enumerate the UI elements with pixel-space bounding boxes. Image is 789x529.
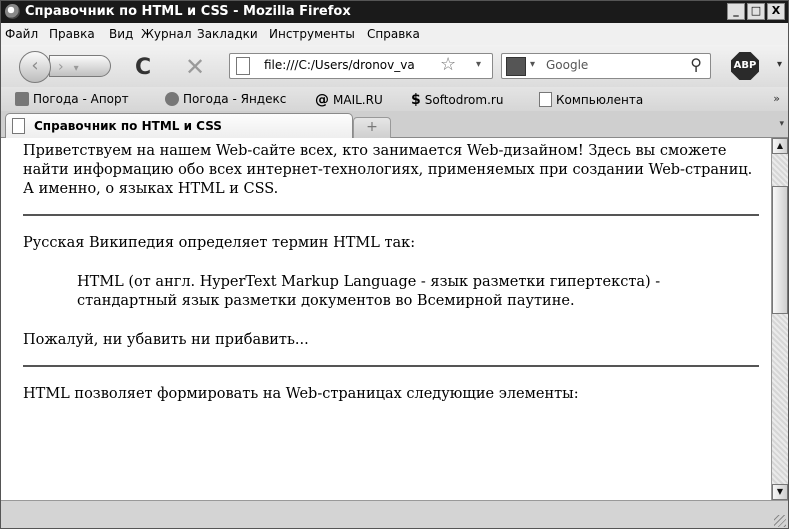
navigation-toolbar: › ▾ ‹ C ✕ file:///C:/Users/dronov_va ☆ ▾ … — [1, 45, 788, 87]
scroll-thumb[interactable] — [772, 186, 788, 314]
divider — [23, 214, 759, 216]
page-body: Приветствуем на нашем Web-сайте всех, кт… — [23, 142, 759, 404]
stop-icon[interactable]: ✕ — [185, 53, 205, 81]
tab-list-icon[interactable]: ▾ — [779, 119, 784, 129]
bookmark-item[interactable]: @ MAIL.RU — [315, 92, 383, 108]
firefox-icon — [5, 4, 20, 19]
menu-file[interactable]: Файл — [5, 27, 38, 41]
back-arrow-icon: ‹ — [31, 55, 39, 76]
bookmark-item[interactable]: Погода - Яндекс — [165, 92, 286, 106]
forward-button[interactable]: › ▾ — [49, 55, 111, 77]
page-icon — [12, 118, 25, 134]
back-forward-group: › ▾ ‹ — [19, 51, 119, 83]
menu-history[interactable]: Журнал — [141, 27, 192, 41]
url-text[interactable]: file:///C:/Users/dronov_va — [264, 58, 426, 72]
vertical-scrollbar[interactable]: ▲ ▼ — [771, 138, 788, 500]
search-input[interactable]: Google — [546, 58, 588, 72]
tab-active[interactable]: Справочник по HTML и CSS — [5, 113, 353, 138]
at-sign-icon: @ — [315, 92, 329, 108]
bookmark-label: MAIL.RU — [333, 93, 383, 107]
weather-icon — [15, 92, 29, 106]
bookmarks-toolbar: Погода - Апорт Погода - Яндекс @ MAIL.RU … — [1, 87, 788, 111]
wikipedia-intro: Русская Википедия определяет термин HTML… — [23, 235, 416, 251]
history-dropdown-icon[interactable]: ▾ — [74, 63, 79, 74]
close-button[interactable]: X — [767, 3, 785, 20]
title-bar: Справочник по HTML и CSS - Mozilla Firef… — [1, 1, 788, 23]
browser-window: Справочник по HTML и CSS - Mozilla Firef… — [0, 0, 789, 529]
bookmarks-overflow-icon[interactable]: » — [773, 92, 780, 105]
page-content: Приветствуем на нашем Web-сайте всех, кт… — [1, 138, 771, 500]
reload-icon[interactable]: C — [135, 55, 151, 80]
url-bar[interactable]: file:///C:/Users/dronov_va ☆ ▾ — [229, 53, 493, 79]
menu-edit[interactable]: Правка — [49, 27, 95, 41]
tab-title: Справочник по HTML и CSS — [34, 119, 222, 133]
menu-tools[interactable]: Инструменты — [269, 27, 355, 41]
bookmark-label: Погода - Апорт — [33, 92, 129, 106]
divider — [23, 365, 759, 367]
intro-paragraph: Приветствуем на нашем Web-сайте всех, кт… — [23, 143, 753, 197]
adblock-button[interactable]: ABP — [731, 52, 759, 80]
tab-bar: Справочник по HTML и CSS + ▾ — [1, 111, 788, 138]
window-title: Справочник по HTML и CSS - Mozilla Firef… — [25, 4, 351, 19]
maximize-button[interactable]: □ — [747, 3, 765, 20]
page-icon — [539, 92, 552, 107]
comment-paragraph: Пожалуй, ни убавить ни прибавить... — [23, 332, 309, 348]
url-dropdown-icon[interactable]: ▾ — [476, 59, 481, 70]
back-button[interactable]: ‹ — [19, 51, 51, 83]
search-engine-dropdown-icon[interactable]: ▾ — [530, 59, 535, 70]
bookmark-label: Погода - Яндекс — [183, 92, 287, 106]
elements-intro: HTML позволяет формировать на Web-страни… — [23, 386, 579, 402]
menu-bar: Файл Правка Вид Журнал Закладки Инструме… — [1, 23, 788, 45]
menu-help[interactable]: Справка — [367, 27, 420, 41]
toolbar-overflow-icon[interactable]: ▾ — [777, 59, 782, 70]
menu-bookmarks[interactable]: Закладки — [197, 27, 258, 41]
search-bar[interactable]: ▾ Google ⚲ — [501, 53, 711, 79]
page-icon — [236, 57, 250, 75]
search-magnifier-icon[interactable]: ⚲ — [690, 55, 702, 74]
softodrom-icon: $ — [411, 92, 421, 108]
search-engine-icon[interactable] — [506, 57, 526, 76]
status-bar — [1, 500, 788, 528]
bookmark-item[interactable]: Компьюлента — [539, 92, 643, 107]
bookmark-label: Компьюлента — [556, 92, 644, 107]
bookmark-item[interactable]: $ Softodrom.ru — [411, 92, 503, 108]
html-definition-quote: HTML (от англ. HyperText Markup Language… — [77, 274, 661, 309]
scroll-down-button[interactable]: ▼ — [772, 484, 788, 500]
resize-grip-icon[interactable] — [774, 515, 786, 527]
menu-view[interactable]: Вид — [109, 27, 133, 41]
new-tab-button[interactable]: + — [353, 117, 391, 138]
bookmark-label: Softodrom.ru — [424, 93, 504, 107]
bookmark-item[interactable]: Погода - Апорт — [15, 92, 129, 106]
weather-icon — [165, 92, 179, 106]
window-controls: _ □ X — [727, 3, 785, 20]
minimize-button[interactable]: _ — [727, 3, 745, 20]
bookmark-star-icon[interactable]: ☆ — [440, 54, 456, 75]
scroll-up-button[interactable]: ▲ — [772, 138, 788, 154]
